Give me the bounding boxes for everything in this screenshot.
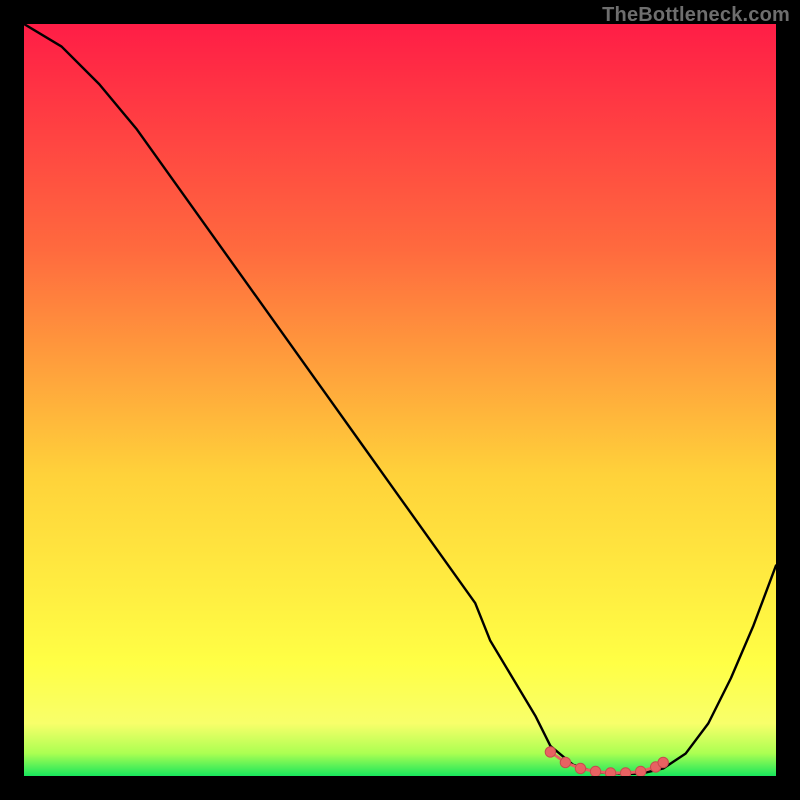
chart-container: TheBottleneck.com	[0, 0, 800, 800]
plot-area	[24, 24, 776, 776]
marker-dot	[545, 747, 555, 757]
marker-dot	[605, 768, 615, 776]
marker-dot	[635, 766, 645, 776]
marker-dot	[658, 757, 668, 767]
marker-dot	[620, 768, 630, 776]
marker-dot	[575, 763, 585, 773]
chart-svg	[24, 24, 776, 776]
gradient-background	[24, 24, 776, 776]
marker-dot	[590, 766, 600, 776]
watermark-text: TheBottleneck.com	[602, 4, 790, 27]
marker-dot	[560, 757, 570, 767]
